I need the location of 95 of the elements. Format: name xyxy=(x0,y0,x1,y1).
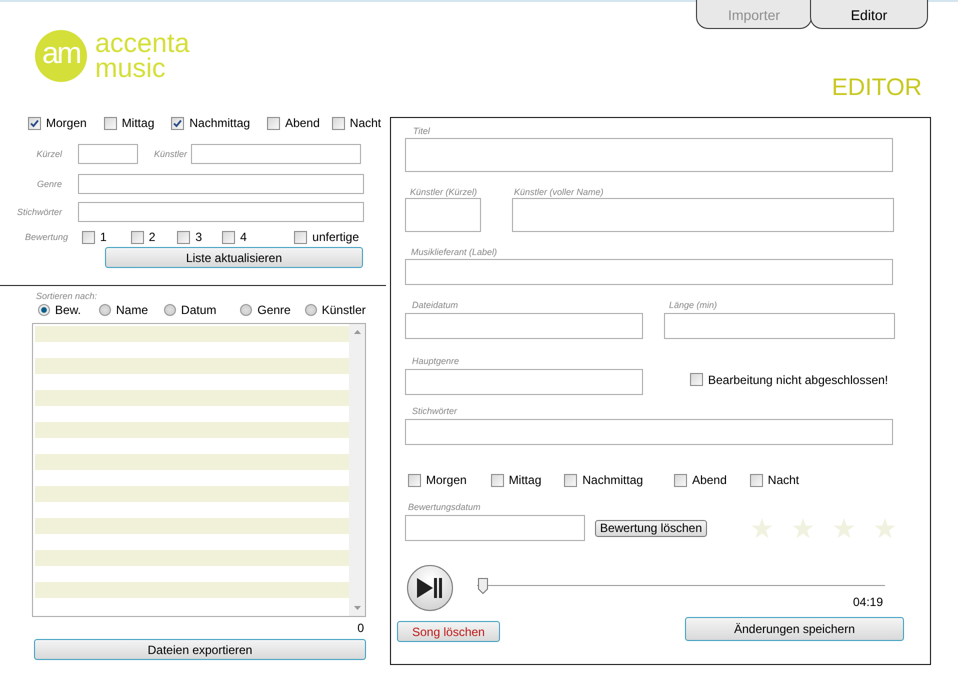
text-field[interactable] xyxy=(78,174,364,194)
text-field[interactable] xyxy=(664,313,895,339)
field-label: Kürzel xyxy=(35,149,62,159)
radio-button[interactable] xyxy=(38,304,50,316)
logo-text: music xyxy=(95,56,167,81)
checkbox[interactable] xyxy=(294,230,308,244)
checkbox[interactable] xyxy=(104,116,117,130)
checkbox[interactable] xyxy=(690,373,703,386)
checkbox-label: 2 xyxy=(148,230,156,244)
save-changes-button[interactable]: Änderungen speichern xyxy=(685,617,904,641)
field-label: Musiklieferant (Label) xyxy=(411,247,498,257)
page-title: EDITOR xyxy=(832,74,922,102)
logo-text: accenta xyxy=(95,31,190,56)
checkbox-label: Nachmittag xyxy=(189,116,250,130)
radio-button[interactable] xyxy=(304,304,317,316)
checkbox[interactable] xyxy=(674,474,688,486)
checkbox[interactable] xyxy=(564,474,578,486)
delete-song-button[interactable]: Song löschen xyxy=(397,621,500,642)
refresh-list-button[interactable]: Liste aktualisieren xyxy=(105,247,363,268)
checkbox[interactable] xyxy=(750,474,763,486)
checkbox-label: Mittag xyxy=(122,116,154,130)
checkbox[interactable] xyxy=(222,230,236,244)
slider-thumb[interactable] xyxy=(478,578,488,594)
text-field[interactable] xyxy=(405,313,643,339)
checkbox-label: Morgen xyxy=(426,473,467,487)
field-label: Dateidatum xyxy=(412,300,460,310)
star-icon xyxy=(792,518,814,538)
radio-label: Genre xyxy=(257,303,291,317)
checkbox[interactable] xyxy=(28,116,41,130)
checkbox-label: unfertige xyxy=(312,230,359,244)
checkbox-label: Bearbeitung nicht abgeschlossen! xyxy=(708,372,888,386)
scrollbar[interactable] xyxy=(349,324,365,616)
radio-label: Datum xyxy=(181,303,216,317)
sort-label: Sortieren nach: xyxy=(36,291,98,301)
field-label: Titel xyxy=(413,126,431,136)
export-button[interactable]: Dateien exportieren xyxy=(34,639,366,660)
text-field[interactable] xyxy=(191,144,362,164)
checkmark-icon xyxy=(30,118,39,128)
checkbox[interactable] xyxy=(130,230,144,244)
field-label: Bewertung xyxy=(24,232,68,242)
radio-label: Name xyxy=(116,303,148,317)
field-label: Bewertungsdatum xyxy=(408,502,482,512)
text-field[interactable] xyxy=(512,198,894,232)
play-pause-icon xyxy=(417,578,443,598)
checkmark-icon xyxy=(173,118,182,128)
text-field[interactable] xyxy=(405,138,893,172)
checkbox[interactable] xyxy=(332,116,345,130)
text-field[interactable] xyxy=(405,515,585,541)
star-icon xyxy=(874,518,896,538)
text-field[interactable] xyxy=(78,202,364,222)
scroll-down-icon xyxy=(354,606,360,610)
checkbox-label: Abend xyxy=(285,116,320,130)
radio-button[interactable] xyxy=(99,304,112,316)
radio-button[interactable] xyxy=(164,304,176,316)
checkbox-label: Nacht xyxy=(350,116,382,130)
star-icon xyxy=(833,518,855,538)
checkbox[interactable] xyxy=(408,474,421,486)
duration-label: 04:19 xyxy=(852,595,883,609)
text-field[interactable] xyxy=(405,369,643,395)
star-icon xyxy=(751,518,773,538)
radio-label: Künstler xyxy=(322,303,366,317)
field-label: Künstler xyxy=(154,149,188,159)
field-label: Genre xyxy=(36,179,62,189)
clear-rating-button[interactable]: Bewertung löschen xyxy=(595,520,707,536)
text-field[interactable] xyxy=(405,198,481,232)
text-field[interactable] xyxy=(405,419,893,445)
field-label: Künstler (voller Name) xyxy=(514,187,605,197)
text-field[interactable] xyxy=(78,144,138,164)
checkbox[interactable] xyxy=(82,230,95,244)
checkbox[interactable] xyxy=(177,230,190,244)
item-count: 0 xyxy=(357,621,364,635)
checkbox-label: 3 xyxy=(195,230,202,244)
checkbox-label: 1 xyxy=(100,230,107,244)
field-label: Stichwörter xyxy=(412,406,458,416)
checkbox-label: 4 xyxy=(240,230,247,244)
tab[interactable]: Editor xyxy=(810,0,928,29)
checkbox-label: Mittag xyxy=(508,473,542,487)
checkbox-label: Nacht xyxy=(768,473,800,487)
checkbox[interactable] xyxy=(267,116,280,130)
scroll-up-icon xyxy=(354,330,360,334)
radio-button[interactable] xyxy=(240,304,252,316)
logo-mark: am xyxy=(35,30,87,82)
radio-label: Bew. xyxy=(55,303,82,317)
checkbox-label: Nachmittag xyxy=(582,473,644,487)
checkbox[interactable] xyxy=(171,116,184,130)
checkbox-label: Abend xyxy=(692,473,727,487)
field-label: Stichwörter xyxy=(16,207,62,217)
field-label: Hauptgenre xyxy=(412,356,460,366)
checkbox[interactable] xyxy=(490,474,504,486)
play-pause-button[interactable] xyxy=(407,565,453,611)
text-field[interactable] xyxy=(405,259,893,285)
field-label: Länge (min) xyxy=(669,300,718,310)
checkbox-label: Morgen xyxy=(46,116,87,130)
field-label: Künstler (Kürzel) xyxy=(410,187,478,197)
star-rating[interactable] xyxy=(751,518,896,538)
